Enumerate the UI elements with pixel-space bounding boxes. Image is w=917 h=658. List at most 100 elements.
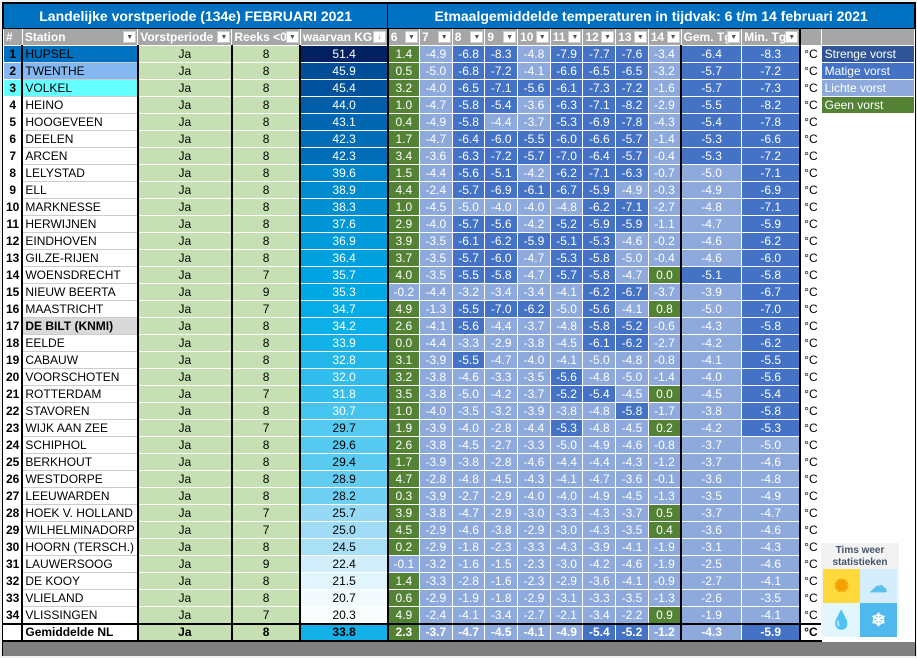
header-kg[interactable]: waarvan KG ↓ bbox=[299, 28, 389, 46]
day-temp: 4.0 bbox=[386, 266, 421, 284]
gem-tg: -5.3 bbox=[680, 130, 743, 148]
day-temp: -3.6 bbox=[419, 147, 453, 165]
header-day[interactable]: 12 ▼ bbox=[582, 28, 617, 46]
station-name[interactable]: CABAUW bbox=[21, 351, 139, 369]
day-temp: -4.1 bbox=[419, 317, 453, 335]
day-temp: 3.5 bbox=[386, 385, 421, 403]
unit: °C bbox=[799, 62, 822, 80]
header-vorstperiode[interactable]: Vorstperiode ▼ bbox=[137, 28, 233, 46]
station-name[interactable]: WIJK AAN ZEE bbox=[21, 419, 139, 437]
min-tg: -5.9 bbox=[741, 622, 801, 642]
station-name[interactable]: BERKHOUT bbox=[21, 453, 139, 471]
filter-dropdown-icon[interactable]: ▼ bbox=[217, 31, 231, 43]
header-label: 7 bbox=[422, 30, 429, 44]
filter-dropdown-icon[interactable]: ▼ bbox=[503, 31, 517, 43]
station-name[interactable]: WOENSDRECHT bbox=[21, 266, 139, 284]
station-name[interactable]: DE KOOY bbox=[21, 572, 139, 590]
station-name[interactable]: LEEUWARDEN bbox=[21, 487, 139, 505]
header-day[interactable]: 14 ▼ bbox=[647, 28, 682, 46]
day-temp: 1.9 bbox=[386, 419, 421, 437]
filter-dropdown-icon[interactable]: ▼ bbox=[568, 31, 582, 43]
header-day[interactable]: 7 ▼ bbox=[419, 28, 453, 46]
unit: °C bbox=[799, 385, 822, 403]
vorst-table: Landelijke vorstperiode (134e) FEBRUARI … bbox=[2, 3, 916, 642]
station-name[interactable]: VOLKEL bbox=[21, 79, 139, 97]
station-name[interactable]: DEELEN bbox=[21, 130, 139, 148]
station-name[interactable]: VOORSCHOTEN bbox=[21, 368, 139, 386]
header-day[interactable]: 13 ▼ bbox=[615, 28, 649, 46]
header-min-tg[interactable]: Min. Tg ▼ bbox=[741, 28, 801, 46]
reeks: 7 bbox=[231, 300, 302, 318]
station-name[interactable]: WESTDORPE bbox=[21, 470, 139, 488]
day-temp: -3.0 bbox=[549, 555, 584, 573]
station-name[interactable]: EELDE bbox=[21, 334, 139, 352]
station-name[interactable]: WILHELMINADORP bbox=[21, 521, 139, 539]
filter-dropdown-icon[interactable]: ▼ bbox=[727, 31, 741, 43]
kg-value: 22.4 bbox=[299, 555, 389, 573]
kg-value: 43.1 bbox=[299, 113, 389, 131]
station-name[interactable]: HUPSEL bbox=[21, 45, 139, 63]
station-name[interactable]: LAUWERSOOG bbox=[21, 555, 139, 573]
station-name[interactable]: HEINO bbox=[21, 96, 139, 114]
station-name[interactable]: TWENTHE bbox=[21, 62, 139, 80]
header-gem-tg[interactable]: Gem. Tg ▼ bbox=[680, 28, 743, 46]
station-name[interactable]: HERWIJNEN bbox=[21, 215, 139, 233]
filter-dropdown-icon[interactable]: ▼ bbox=[601, 31, 615, 43]
table-row: 25 BERKHOUT Ja 8 29.4 1.7 -3.9 -3.8 -2.8 -4.6 -4.4… bbox=[3, 453, 915, 471]
header-day[interactable]: 6 ▼ bbox=[386, 28, 421, 46]
day-temp: -5.9 bbox=[582, 181, 617, 199]
station-name[interactable]: DE BILT (KNMI) bbox=[21, 317, 139, 335]
station-name[interactable]: HOEK V. HOLLAND bbox=[21, 504, 139, 522]
day-temp: 0.6 bbox=[386, 589, 421, 607]
day-temp: -6.6 bbox=[549, 62, 584, 80]
station-name[interactable]: ELL bbox=[21, 181, 139, 199]
min-tg: -3.5 bbox=[741, 589, 801, 607]
station-name[interactable]: MARKNESSE bbox=[21, 198, 139, 216]
day-temp: -5.2 bbox=[549, 385, 584, 403]
station-name[interactable]: STAVOREN bbox=[21, 402, 139, 420]
station-name[interactable]: VLISSINGEN bbox=[21, 606, 139, 624]
header-station[interactable]: Station ▼ bbox=[21, 28, 139, 46]
filter-dropdown-icon[interactable]: ▼ bbox=[285, 31, 299, 43]
station-name[interactable]: LELYSTAD bbox=[21, 164, 139, 182]
filter-dropdown-icon[interactable]: ▼ bbox=[666, 31, 680, 43]
station-name[interactable]: NIEUW BEERTA bbox=[21, 283, 139, 301]
vorstperiode: Ja bbox=[137, 521, 233, 539]
station-name[interactable]: ARCEN bbox=[21, 147, 139, 165]
filter-dropdown-icon[interactable]: ▼ bbox=[470, 31, 484, 43]
day-temp: -4.2 bbox=[517, 215, 551, 233]
day-temp: -6.2 bbox=[582, 283, 617, 301]
gem-tg: -4.2 bbox=[680, 334, 743, 352]
day-temp: -4.5 bbox=[419, 198, 453, 216]
filter-dropdown-icon[interactable]: ▼ bbox=[535, 31, 549, 43]
station-name[interactable]: VLIELAND bbox=[21, 589, 139, 607]
header-day[interactable]: 11 ▼ bbox=[549, 28, 584, 46]
filter-dropdown-icon[interactable]: ▼ bbox=[405, 31, 419, 43]
header-reeks[interactable]: Reeks <0 ▼ bbox=[231, 28, 301, 46]
day-temp: -0.1 bbox=[386, 555, 421, 573]
reeks: 7 bbox=[231, 606, 302, 624]
filter-dropdown-icon[interactable]: ▼ bbox=[633, 31, 647, 43]
filter-dropdown-icon[interactable]: ▼ bbox=[785, 31, 799, 43]
header-day[interactable]: 8 ▼ bbox=[451, 28, 486, 46]
sort-descending-icon[interactable]: ↓ bbox=[372, 31, 386, 43]
station-name[interactable]: Gemiddelde NL bbox=[21, 622, 139, 642]
day-temp: -3.9 bbox=[419, 453, 453, 471]
station-name[interactable]: HOOGEVEEN bbox=[21, 113, 139, 131]
filter-dropdown-icon[interactable]: ▼ bbox=[437, 31, 451, 43]
table-row: 1 HUPSEL Ja 8 51.4 1.4 -4.9 -6.8 -8.3 -4.8 -7.9 -7.… bbox=[3, 45, 916, 63]
filter-dropdown-icon[interactable]: ▼ bbox=[123, 31, 137, 43]
station-name[interactable]: GILZE-RIJEN bbox=[21, 249, 139, 267]
day-temp: -5.8 bbox=[582, 317, 617, 335]
legend-item: Geen vorst bbox=[820, 96, 916, 114]
day-temp: -5.8 bbox=[451, 113, 486, 131]
station-name[interactable]: SCHIPHOL bbox=[21, 436, 139, 454]
reeks: 8 bbox=[231, 113, 302, 131]
header-day[interactable]: 10 ▼ bbox=[517, 28, 551, 46]
station-name[interactable]: MAASTRICHT bbox=[21, 300, 139, 318]
header-day[interactable]: 9 ▼ bbox=[484, 28, 519, 46]
station-name[interactable]: HOORN (TERSCH.) bbox=[21, 538, 139, 556]
day-temp: -2.9 bbox=[517, 521, 551, 539]
station-name[interactable]: EINDHOVEN bbox=[21, 232, 139, 250]
station-name[interactable]: ROTTERDAM bbox=[21, 385, 139, 403]
